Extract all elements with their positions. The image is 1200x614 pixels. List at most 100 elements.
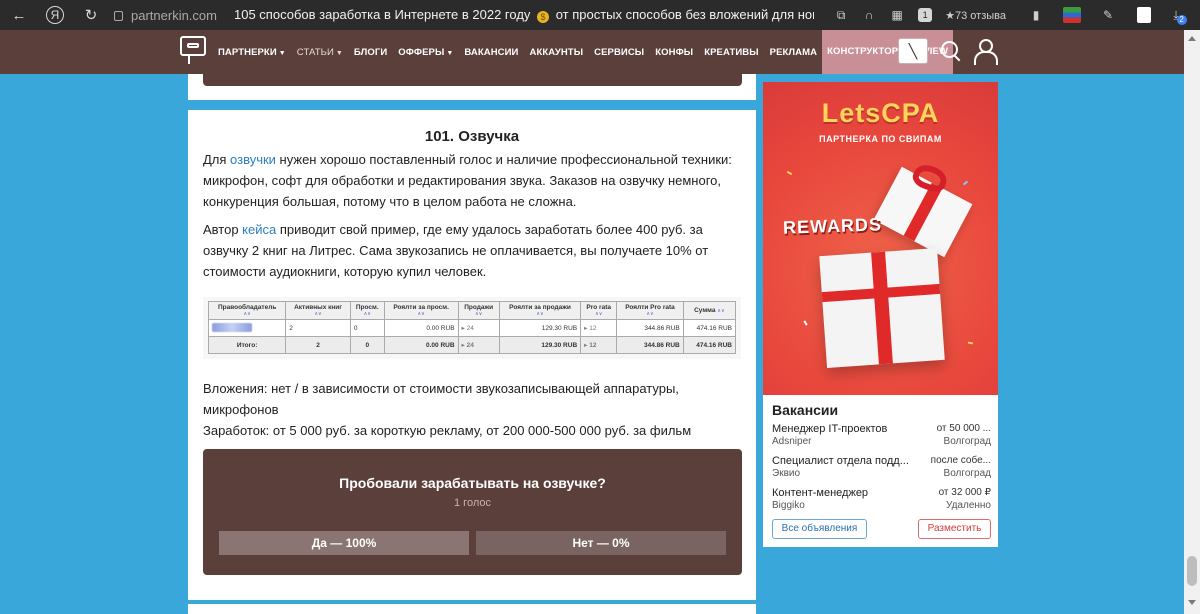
post-vacancy-button[interactable]: Разместить xyxy=(918,519,991,539)
table-cell: 129.30 RUB xyxy=(498,319,582,337)
headphones-icon[interactable]: ∩ xyxy=(857,5,881,25)
vacancy-location: Волгоград xyxy=(943,468,991,479)
vacancy-salary: от 50 000 ... xyxy=(936,423,991,434)
write-post-button[interactable]: ╲ xyxy=(898,38,928,64)
extension-icon[interactable] xyxy=(1060,5,1084,25)
address-bar[interactable]: partnerkin.com xyxy=(114,8,222,23)
article-section: 101. Озвучка Для озвучки нужен хорошо по… xyxy=(188,110,756,600)
bookmark-icon[interactable]: ▮ xyxy=(1024,5,1048,25)
download-icon[interactable]: ⤓ 2 xyxy=(1168,5,1192,25)
royalty-table: Правообладатель ∧∨ Активных книг ∧∨ Просм.… xyxy=(207,301,737,354)
user-icon[interactable] xyxy=(974,39,998,65)
vacancy-company: Эквио xyxy=(772,468,801,479)
table-cell: 0 xyxy=(349,319,385,337)
poll-option-no[interactable]: Нет — 0% xyxy=(476,531,726,555)
reload-icon[interactable]: ↻ xyxy=(78,2,104,28)
vacancy-item[interactable]: Менеджер IT-проектов Adsniper от 50 000 … xyxy=(772,423,991,453)
nav-partners[interactable]: ПАРТНЕРКИ ▼ xyxy=(218,47,286,58)
confetti-decoration xyxy=(786,170,793,176)
confetti-decoration xyxy=(803,320,808,326)
sidebar-ad-banner[interactable]: LetsCPA ПАРТНЕРКА ПО СВИПАМ REWARDS xyxy=(763,82,998,395)
table-header: Роялти Pro rata ∧∨ xyxy=(616,301,684,320)
vacancy-item[interactable]: Контент-менеджер Biggiko от 32 000 ₽ Уда… xyxy=(772,487,991,517)
title-part-2: от простых способов без вложений для нов… xyxy=(555,7,814,22)
poll-question: Пробовали зарабатывать на озвучке? xyxy=(339,475,606,491)
table-cell: 474.16 RUB xyxy=(682,319,737,337)
nav-vacancies[interactable]: ВАКАНСИИ xyxy=(464,47,518,58)
lock-icon xyxy=(114,11,123,21)
site-logo[interactable] xyxy=(180,36,208,66)
poll-widget: Пробовали зарабатывать на озвучке? 1 гол… xyxy=(203,449,742,575)
reader-icon[interactable]: ▦ xyxy=(885,5,909,25)
nav-conferences[interactable]: КОНФЫ xyxy=(655,47,693,58)
extension-puzzle-icon[interactable]: ✎ xyxy=(1096,5,1120,25)
next-section xyxy=(188,604,756,614)
table-header: Сумма ∧∨ xyxy=(682,301,737,320)
vacancies-widget: Вакансии Менеджер IT-проектов Adsniper о… xyxy=(763,395,998,547)
vacancy-title: Менеджер IT-проектов xyxy=(772,423,888,435)
confetti-decoration xyxy=(962,180,969,186)
nav-articles[interactable]: СТАТЬИ ▼ xyxy=(297,47,343,58)
case-link[interactable]: кейса xyxy=(242,222,276,237)
confetti-decoration xyxy=(967,341,974,345)
vacancy-company: Biggiko xyxy=(772,500,805,511)
vacancy-location: Удаленно xyxy=(946,500,991,511)
blurred-name xyxy=(212,322,252,332)
poll-option-yes[interactable]: Да — 100% xyxy=(219,531,469,555)
paragraph-2: Автор кейса приводит свой пример, где ем… xyxy=(203,222,709,279)
table-header: Правообладатель ∧∨ xyxy=(207,301,287,320)
all-vacancies-button[interactable]: Все объявления xyxy=(772,519,867,539)
vacancy-title: Контент-менеджер xyxy=(772,487,869,499)
table-cell: ▸ 12 xyxy=(580,319,618,337)
poll-votes: 1 голос xyxy=(454,497,491,509)
yandex-icon[interactable]: Я xyxy=(46,6,64,24)
browser-toolbar: ← Я ↻ partnerkin.com 105 способов зарабо… xyxy=(0,0,1200,30)
search-icon[interactable] xyxy=(940,40,962,62)
translate-icon[interactable]: ⧉ xyxy=(829,5,853,25)
table-cell: ▸ 12 xyxy=(580,336,618,354)
tab-counter-icon[interactable]: 1 xyxy=(913,5,937,25)
scroll-thumb[interactable] xyxy=(1187,556,1197,586)
back-icon[interactable]: ← xyxy=(6,2,32,28)
previous-poll-bottom xyxy=(203,74,742,86)
previous-section xyxy=(188,74,756,100)
site-navbar: ПАРТНЕРКИ ▼ СТАТЬИ ▼ БЛОГИ ОФФЕРЫ ▼ ВАКАНСИ… xyxy=(0,30,1200,74)
reviews-link[interactable]: ★73 отзыва xyxy=(945,9,1006,22)
pen-icon: ╲ xyxy=(908,42,918,59)
table-cell: 0.00 RUB xyxy=(383,319,459,337)
table-header: Продажи ∧∨ xyxy=(457,301,500,320)
ad-tagline: ПАРТНЕРКА ПО СВИПАМ xyxy=(819,134,942,144)
nav-creatives[interactable]: КРЕАТИВЫ xyxy=(704,47,758,58)
table-cell: 0.00 RUB xyxy=(383,336,459,354)
table-header: Роялти за продажи ∧∨ xyxy=(498,301,582,320)
table-header: Активных книг ∧∨ xyxy=(285,301,351,320)
vacancy-company: Adsniper xyxy=(772,436,812,447)
table-cell: 2 xyxy=(285,319,351,337)
table-total-row: Итого: 2 0 0.00 RUB ▸ 24 129.30 RUB ▸ 12… xyxy=(207,336,737,354)
scroll-down-arrow[interactable] xyxy=(1188,600,1196,605)
investments-text: Вложения: нет / в зависимости от стоимос… xyxy=(203,381,679,417)
nav-services[interactable]: СЕРВИСЫ xyxy=(594,47,644,58)
table-cell: 129.30 RUB xyxy=(498,336,582,354)
nav-offers[interactable]: ОФФЕРЫ ▼ xyxy=(398,47,453,58)
table-cell: 474.16 RUB xyxy=(682,336,737,354)
table-cell xyxy=(207,319,287,337)
paragraph-1: Для озвучки нужен хорошо поставленный го… xyxy=(203,152,732,209)
nav-accounts[interactable]: АККАУНТЫ xyxy=(529,47,583,58)
table-header: Pro rata ∧∨ xyxy=(580,301,618,320)
page-title: 105 способов заработка в Интернете в 202… xyxy=(234,7,814,23)
title-part-1: 105 способов заработка в Интернете в 202… xyxy=(234,7,531,22)
table-cell: 344.86 RUB xyxy=(616,319,684,337)
vacancy-item[interactable]: Специалист отдела подд... Эквио после со… xyxy=(772,455,991,485)
profile-extension-icon[interactable] xyxy=(1132,5,1156,25)
nav-advertising[interactable]: РЕКЛАМА xyxy=(770,47,817,58)
vacancy-title: Специалист отдела подд... xyxy=(772,455,909,467)
url-text: partnerkin.com xyxy=(131,7,217,23)
page-scrollbar[interactable] xyxy=(1184,30,1200,614)
table-cell: 2 xyxy=(285,336,351,354)
scroll-up-arrow[interactable] xyxy=(1188,36,1196,41)
dubbing-link[interactable]: озвучки xyxy=(230,152,276,167)
nav-blogs[interactable]: БЛОГИ xyxy=(354,47,387,58)
royalty-table-image: Правообладатель ∧∨ Активных книг ∧∨ Просм.… xyxy=(203,297,741,359)
reviews-count: 73 отзыва xyxy=(955,9,1006,22)
